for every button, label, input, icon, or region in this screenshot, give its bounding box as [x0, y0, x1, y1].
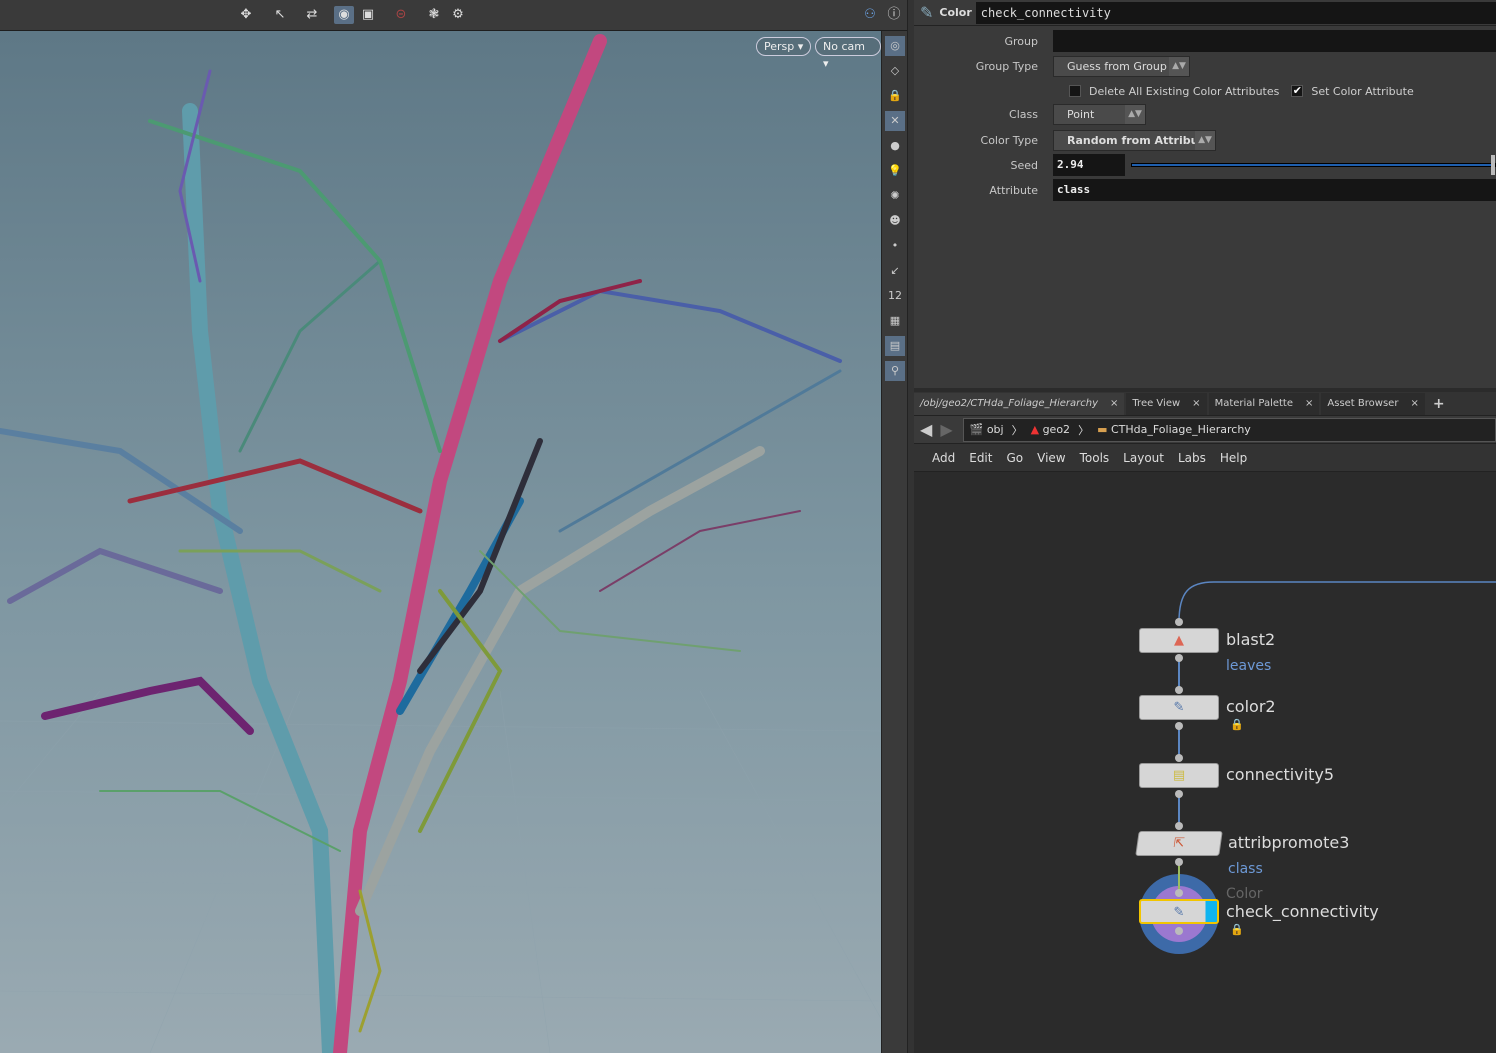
- delete-existing-checkbox[interactable]: [1069, 85, 1081, 97]
- network-editor: /obj/geo2/CTHda_Foliage_Hierarchy × Tree …: [914, 392, 1496, 1053]
- class-label: Class: [1009, 107, 1038, 121]
- view-tool-icon[interactable]: ◉: [334, 6, 354, 24]
- display-icon[interactable]: ◎: [885, 36, 905, 56]
- camera-menu[interactable]: No cam ▾: [815, 37, 881, 70]
- input-wire: [1178, 581, 1496, 623]
- class-value: Point: [1067, 107, 1095, 121]
- group-label: Group: [1004, 34, 1039, 48]
- color-type-value: Random from Attribute: [1067, 133, 1212, 147]
- lock-icon[interactable]: 🔒: [1230, 718, 1244, 731]
- blast-icon: ▲: [1174, 633, 1184, 648]
- group-field[interactable]: [1053, 30, 1496, 52]
- 3d-viewport[interactable]: Persp ▾ No cam ▾: [0, 31, 881, 1053]
- visibility-icon[interactable]: ☻: [885, 211, 905, 231]
- color-icon: ✎: [1173, 700, 1185, 715]
- connectivity-icon: ▤: [1172, 768, 1186, 783]
- group-type-value: Guess from Group: [1067, 59, 1167, 73]
- node-connectivity5[interactable]: ▤: [1139, 763, 1219, 788]
- attribpromote-icon: ⇱: [1172, 836, 1186, 851]
- parameter-editor: ✎ Color check_connectivity Group Group T…: [914, 0, 1496, 388]
- node-comment: class: [1228, 861, 1263, 877]
- color-icon: ✎: [1173, 905, 1185, 920]
- lock-icon[interactable]: 🔒: [885, 86, 905, 106]
- users-icon[interactable]: ⚇: [860, 6, 880, 24]
- node-attribpromote3[interactable]: ⇱: [1135, 831, 1223, 856]
- pane-divider[interactable]: [907, 0, 914, 1053]
- lock-icon[interactable]: 🔒: [1230, 923, 1244, 936]
- node-type-label: Color: [939, 6, 972, 19]
- ghost-icon[interactable]: ◇: [885, 61, 905, 81]
- node-name: attribpromote3: [1228, 833, 1350, 852]
- set-color-label: Set Color Attribute: [1311, 84, 1414, 98]
- seed-slider[interactable]: [1131, 155, 1496, 175]
- pin-icon[interactable]: ⚲: [885, 361, 905, 381]
- pose-tool-icon[interactable]: ▣: [358, 6, 378, 24]
- settings-icon[interactable]: ⚙: [448, 6, 468, 24]
- camera-view-label: Persp: [764, 40, 795, 53]
- transform-tool-icon[interactable]: ↖: [270, 6, 290, 24]
- attribute-label: Attribute: [989, 183, 1038, 197]
- wireframe-icon[interactable]: ✕: [885, 111, 905, 131]
- numbers-icon[interactable]: 12: [885, 286, 905, 306]
- node-blast2[interactable]: ▲: [1139, 628, 1219, 653]
- color-type-menu[interactable]: Random from Attribute ▲▼: [1053, 129, 1216, 151]
- grid-icon[interactable]: ▦: [885, 311, 905, 331]
- delete-existing-label: Delete All Existing Color Attributes: [1089, 84, 1280, 98]
- attribute-field[interactable]: class: [1053, 179, 1496, 201]
- headlight-icon[interactable]: ✺: [885, 186, 905, 206]
- node-check-connectivity[interactable]: ✎: [1139, 899, 1219, 924]
- handle-tool-icon[interactable]: ⇄: [302, 6, 322, 24]
- color-type-label: Color Type: [980, 133, 1038, 147]
- seed-label: Seed: [1010, 158, 1039, 172]
- select-tool-icon[interactable]: ✥: [236, 6, 256, 24]
- node-color2[interactable]: ✎: [1139, 695, 1219, 720]
- group-type-label: Group Type: [975, 59, 1038, 73]
- node-name: color2: [1226, 697, 1276, 716]
- seed-field[interactable]: 2.94: [1053, 154, 1125, 176]
- slider-handle[interactable]: [1491, 155, 1495, 175]
- node-type-label: Color: [1226, 886, 1263, 902]
- tree-geometry: [0, 34, 881, 1053]
- updown-icon: ▲▼: [1169, 56, 1189, 76]
- node-comment: leaves: [1226, 658, 1272, 674]
- snap-icon[interactable]: ❃: [424, 6, 444, 24]
- node-name: blast2: [1226, 630, 1276, 649]
- normals-icon[interactable]: ↙: [885, 261, 905, 281]
- viewport-toolbar: ✥ ↖ ⇄ ◉ ▣ ⊝ ❃ ⚙ ⚇ ⓘ: [0, 0, 910, 31]
- updown-icon: ▲▼: [1125, 104, 1145, 124]
- node-name-field[interactable]: check_connectivity: [975, 1, 1496, 24]
- node-name: check_connectivity: [1226, 902, 1379, 921]
- updown-icon: ▲▼: [1195, 130, 1215, 150]
- camera-view-menu[interactable]: Persp ▾: [756, 37, 812, 56]
- shading-icon[interactable]: ●: [885, 136, 905, 156]
- light-icon[interactable]: 💡: [885, 161, 905, 181]
- help-icon[interactable]: ⓘ: [884, 6, 904, 24]
- display-options-strip: ◎ ◇ 🔒 ✕ ● 💡 ✺ ☻ • ↙ 12 ▦ ▤ ⚲: [881, 31, 907, 1053]
- group-type-menu[interactable]: Guess from Group ▲▼: [1053, 55, 1190, 77]
- node-name: connectivity5: [1226, 765, 1335, 784]
- set-color-checkbox[interactable]: ✔: [1291, 85, 1304, 97]
- points-icon[interactable]: •: [885, 236, 905, 256]
- camera-label: No cam: [823, 40, 865, 53]
- color-node-icon: ✎: [920, 3, 934, 22]
- class-menu[interactable]: Point ▲▼: [1053, 103, 1146, 125]
- background-icon[interactable]: ▤: [885, 336, 905, 356]
- disabled-icon[interactable]: ⊝: [391, 6, 411, 24]
